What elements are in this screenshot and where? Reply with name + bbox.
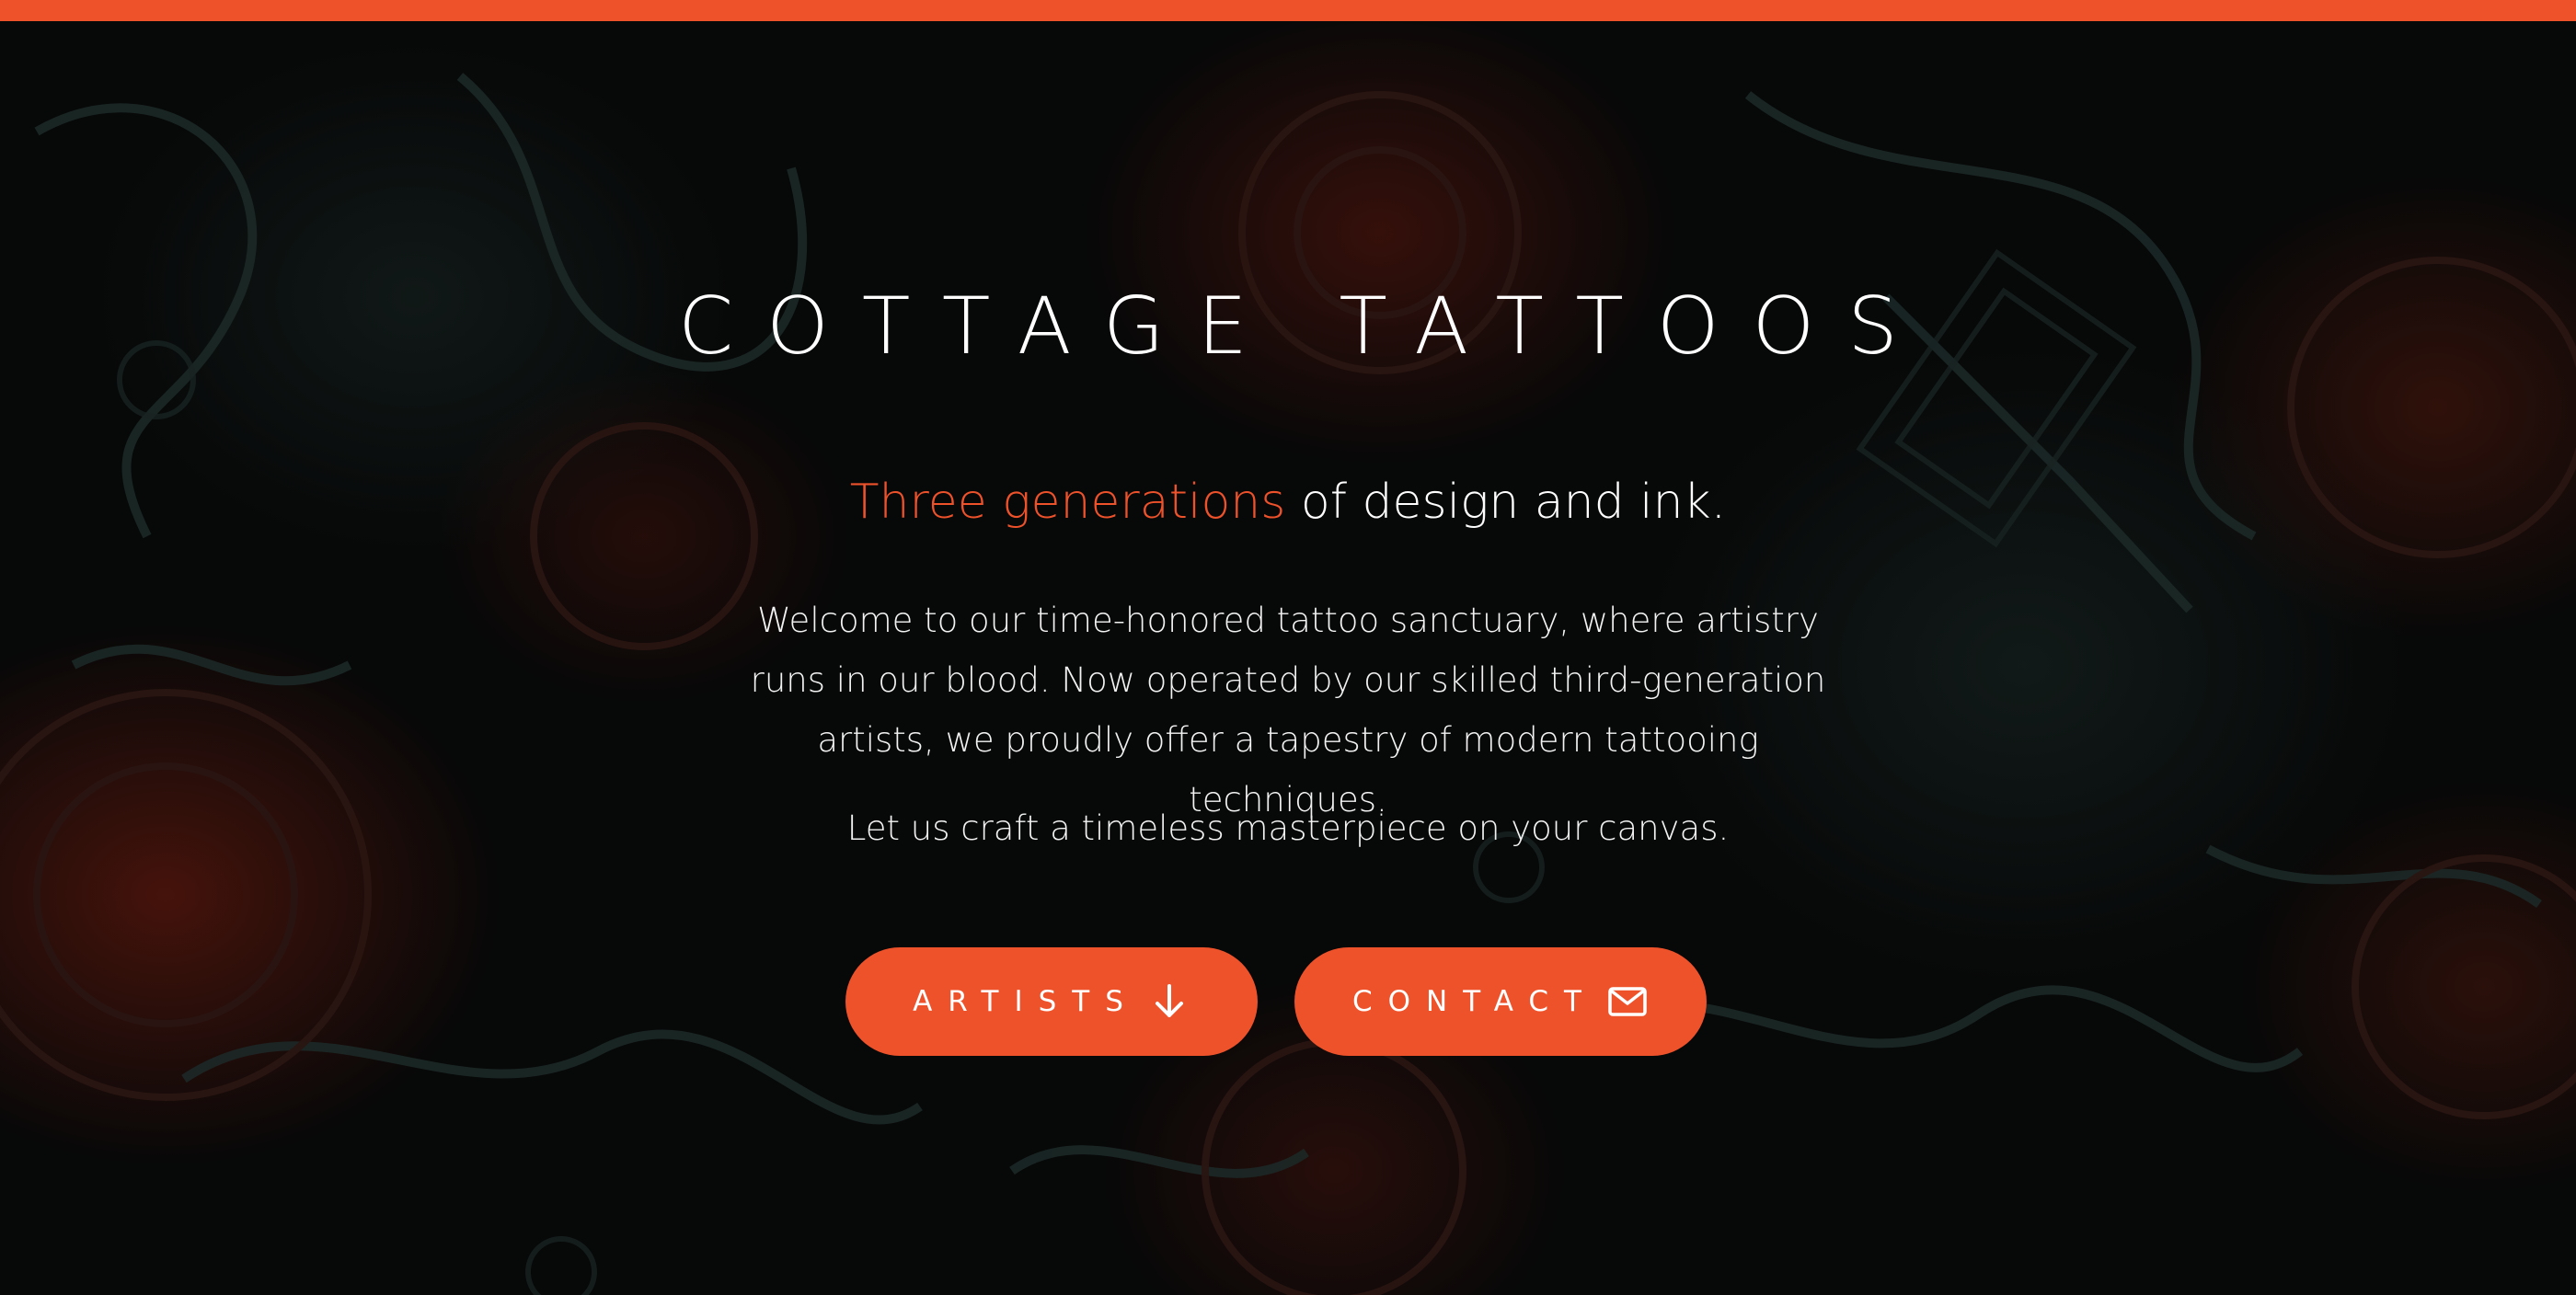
contact-button-label: CONTACT [1351,985,1597,1018]
top-accent-bar [0,0,2576,21]
arrow-down-icon [1148,980,1190,1023]
artists-button[interactable]: ARTISTS [845,947,1258,1056]
tagline-accent: Three generations [849,475,1286,530]
cta-text: Let us craft a timeless masterpiece on y… [846,808,1730,848]
tagline-rest: of design and ink. [1285,475,1727,530]
intro-paragraph: Welcome to our time-honored tattoo sanct… [750,601,1826,819]
artists-button-label: ARTISTS [913,985,1139,1018]
envelope-icon [1606,980,1649,1023]
site-title: COTTAGE TATTOOS [678,281,1931,372]
tagline: Three generations of design and ink. [0,469,2576,535]
contact-button[interactable]: CONTACT [1294,947,1707,1056]
